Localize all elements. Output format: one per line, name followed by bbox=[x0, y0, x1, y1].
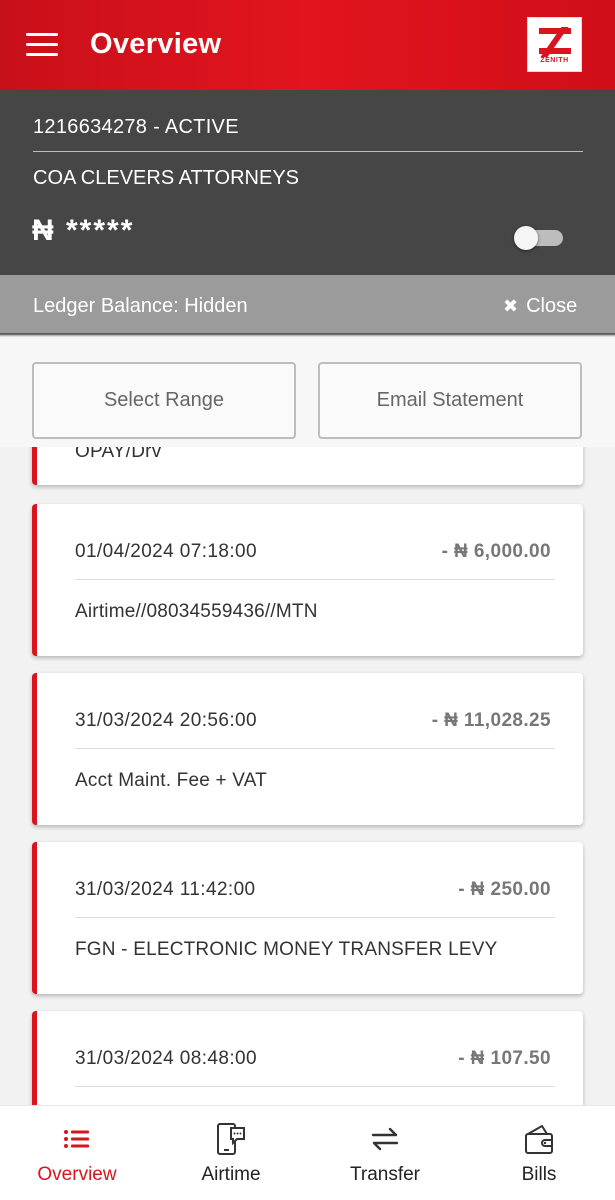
nav-label: Transfer bbox=[349, 1164, 421, 1185]
transaction-amount: - ₦ 107.50 bbox=[458, 1048, 551, 1069]
nav-label: Overview bbox=[37, 1164, 117, 1185]
nav-transfer[interactable]: Transfer bbox=[325, 1106, 445, 1200]
transaction-card[interactable]: 01/04/2024 07:18:00 - ₦ 6,000.00 Airtime… bbox=[32, 504, 583, 656]
account-name: COA CLEVERS ATTORNEYS bbox=[33, 167, 300, 189]
transaction-description: Acct Maint. Fee + VAT bbox=[75, 770, 267, 791]
phone-chat-icon bbox=[217, 1123, 245, 1155]
email-statement-button[interactable]: Email Statement bbox=[318, 362, 582, 439]
balance-visibility-toggle[interactable] bbox=[514, 226, 565, 250]
transaction-description: FGN - ELECTRONIC MONEY TRANSFER LEVY bbox=[75, 939, 498, 960]
divider bbox=[75, 917, 555, 918]
transaction-date: 31/03/2024 20:56:00 bbox=[75, 710, 257, 731]
ledger-balance-bar: Ledger Balance: Hidden ✖ Close bbox=[0, 275, 615, 335]
nav-label: Bills bbox=[521, 1164, 557, 1185]
transaction-list[interactable]: OPAY/Drv 01/04/2024 07:18:00 - ₦ 6,000.0… bbox=[0, 437, 615, 1105]
app-header: Overview ZENITH bbox=[0, 0, 615, 90]
transaction-description: Airtime//08034559436//MTN bbox=[75, 601, 318, 622]
zenith-logo: ZENITH bbox=[527, 17, 582, 72]
account-balance: ₦ ***** bbox=[32, 214, 135, 247]
bottom-navigation: Overview Airtime Transfer Bills bbox=[0, 1105, 615, 1200]
transaction-date: 01/04/2024 07:18:00 bbox=[75, 541, 257, 562]
nav-bills[interactable]: Bills bbox=[479, 1106, 599, 1200]
transaction-amount: - ₦ 250.00 bbox=[458, 879, 551, 900]
transaction-card[interactable]: 31/03/2024 08:48:00 - ₦ 107.50 bbox=[32, 1011, 583, 1105]
transaction-amount: - ₦ 6,000.00 bbox=[441, 541, 551, 562]
close-button[interactable]: ✖ Close bbox=[503, 295, 577, 318]
account-number-status: 1216634278 - ACTIVE bbox=[33, 116, 239, 138]
ledger-balance-text: Ledger Balance: Hidden bbox=[33, 295, 248, 317]
divider bbox=[75, 748, 555, 749]
account-summary: 1216634278 - ACTIVE COA CLEVERS ATTORNEY… bbox=[0, 90, 615, 275]
list-icon bbox=[64, 1130, 89, 1148]
nav-overview[interactable]: Overview bbox=[17, 1106, 137, 1200]
transaction-date: 31/03/2024 11:42:00 bbox=[75, 879, 256, 900]
close-label: Close bbox=[526, 295, 578, 317]
divider bbox=[75, 1086, 555, 1087]
divider bbox=[75, 579, 555, 580]
nav-airtime[interactable]: Airtime bbox=[171, 1106, 291, 1200]
close-icon: ✖ bbox=[503, 296, 519, 316]
transaction-amount: - ₦ 11,028.25 bbox=[431, 710, 551, 731]
transaction-card[interactable]: 31/03/2024 11:42:00 - ₦ 250.00 FGN - ELE… bbox=[32, 842, 583, 994]
menu-icon[interactable] bbox=[26, 33, 58, 57]
transaction-card[interactable]: 31/03/2024 20:56:00 - ₦ 11,028.25 Acct M… bbox=[32, 673, 583, 825]
transaction-date: 31/03/2024 08:48:00 bbox=[75, 1048, 257, 1069]
divider bbox=[33, 151, 583, 152]
wallet-icon bbox=[525, 1125, 553, 1154]
logo-text: ZENITH bbox=[540, 56, 569, 64]
statement-actions: Select Range Email Statement bbox=[0, 337, 615, 447]
page-title: Overview bbox=[90, 28, 222, 60]
nav-label: Airtime bbox=[201, 1164, 261, 1185]
transfer-arrows-icon bbox=[371, 1127, 399, 1151]
select-range-button[interactable]: Select Range bbox=[32, 362, 296, 439]
